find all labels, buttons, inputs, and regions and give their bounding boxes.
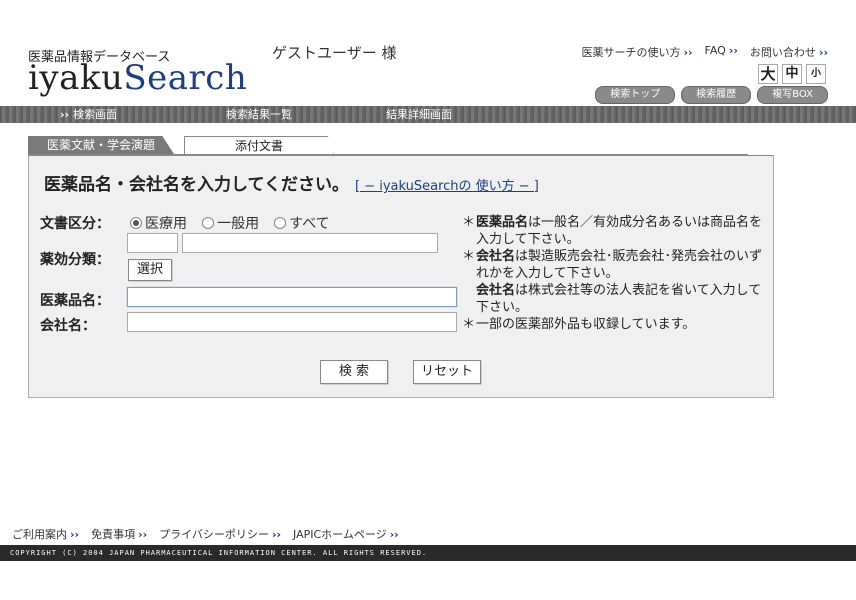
footer-privacy-label: プライバシーポリシー [159, 528, 269, 541]
footer-japic-link[interactable]: JAPICホームページ ›› [293, 526, 399, 542]
company-input[interactable] [127, 312, 457, 332]
footer-privacy-link[interactable]: プライバシーポリシー ›› [159, 526, 281, 542]
radio-general-label: 一般用 [217, 215, 260, 232]
radio-medical-label: 医療用 [145, 215, 187, 232]
form-heading: 医薬品名・会社名を入力してください。 [ − iyakuSearchの 使い方 −… [44, 170, 539, 195]
logo: iyakuSearch [28, 58, 247, 98]
note-item: 会社名は株式会社等の法人表記を省いて入力して下さい。 [462, 282, 766, 316]
search-top-button[interactable]: 検索トップ [595, 86, 676, 104]
chevron-right-icon: ›› [683, 46, 693, 59]
form-heading-text: 医薬品名・会社名を入力してください。 [44, 175, 349, 195]
header-buttons: 検索トップ 検索履歴 複写BOX [595, 86, 828, 104]
search-history-button[interactable]: 検索履歴 [681, 86, 752, 104]
copy-box-button[interactable]: 複写BOX [757, 86, 828, 104]
asterisk-icon: ＊ [462, 317, 476, 332]
doc-type-label: 文書区分： [40, 216, 110, 232]
user-label: ゲストユーザー 様 [272, 44, 397, 62]
company-label: 会社名： [40, 318, 96, 334]
footer-guide-label: ご利用案内 [12, 528, 67, 541]
asterisk-icon: ＊ [462, 249, 476, 264]
nav-search-screen-label: 検索画面 [73, 108, 118, 121]
chevron-right-icon: ›› [818, 46, 828, 59]
note-body: は製造販売会社･販売会社･発売会社のいずれかを入力して下さい。 [476, 249, 763, 281]
note-item: ＊医薬品名は一般名／有効成分名あるいは商品名を入力して下さい。 [462, 214, 766, 248]
note-emphasis: 医薬品名 [476, 215, 529, 230]
font-size-switcher: 大 中 小 [758, 64, 826, 84]
search-button[interactable]: 検 索 [320, 360, 388, 384]
footer-links: ご利用案内 ›› 免責事項 ›› プライバシーポリシー ›› JAPICホームページ ›… [12, 526, 399, 542]
note-emphasis: 会社名 [476, 283, 516, 298]
chevron-right-icon: ›› [70, 528, 80, 541]
select-category-button[interactable]: 選択 [128, 259, 172, 281]
drug-name-input[interactable] [127, 287, 457, 307]
chevron-right-icon: ›› [271, 528, 282, 541]
note-text: 医薬品名は一般名／有効成分名あるいは商品名を入力して下さい。 [476, 214, 766, 248]
tab-package-insert[interactable]: 添付文書 [184, 136, 334, 155]
note-indent [462, 282, 476, 316]
chevron-right-icon: ›› [389, 528, 399, 541]
radio-general[interactable] [202, 216, 215, 229]
radio-medical[interactable] [130, 216, 142, 229]
faq-link-label: FAQ [704, 44, 726, 57]
contact-link[interactable]: お問い合わせ ›› [750, 44, 828, 60]
note-body: は株式会社等の法人表記を省いて入力して下さい。 [476, 283, 762, 315]
note-emphasis: 会社名 [476, 249, 516, 264]
top-links: 医薬サーチの使い方 ›› FAQ ›› お問い合わせ ›› [581, 44, 828, 60]
note-text: 会社名は製造販売会社･販売会社･発売会社のいずれかを入力して下さい。 [476, 248, 766, 282]
nav-search-screen[interactable]: ›› 検索画面 [60, 106, 117, 123]
logo-suffix: Search [123, 58, 248, 98]
category-name-input[interactable] [182, 233, 438, 253]
category-label: 薬効分類： [40, 252, 110, 268]
font-size-large-button[interactable]: 大 [758, 64, 778, 84]
usage-link[interactable]: 医薬サーチの使い方 ›› [581, 44, 692, 60]
contact-link-label: お問い合わせ [749, 46, 816, 59]
drug-name-label: 医薬品名： [40, 293, 110, 309]
reset-button[interactable]: リセット [413, 360, 481, 384]
nav-result-detail[interactable]: 結果詳細画面 [386, 106, 452, 123]
nav-bar: ›› 検索画面 検索結果一覧 結果詳細画面 [0, 106, 856, 123]
font-size-small-button[interactable]: 小 [806, 64, 826, 84]
faq-link[interactable]: FAQ ›› [705, 44, 738, 60]
copyright: COPYRIGHT (C) 2004 JAPAN PHARMACEUTICAL … [0, 545, 856, 561]
radio-all[interactable] [274, 216, 287, 229]
note-item: ＊会社名は製造販売会社･販売会社･発売会社のいずれかを入力して下さい。 [462, 248, 766, 282]
footer-disclaimer-label: 免責事項 [91, 528, 136, 541]
footer-disclaimer-link[interactable]: 免責事項 ›› [91, 526, 147, 542]
footer-japic-label: JAPICホームページ [293, 528, 387, 541]
chevron-right-icon: ›› [138, 528, 148, 541]
logo-prefix: iyaku [28, 58, 124, 98]
radio-all-label: すべて [289, 215, 330, 232]
footer-guide-link[interactable]: ご利用案内 ›› [12, 526, 79, 542]
tab-literature[interactable]: 医薬文献・学会演題 [28, 136, 174, 154]
note-body: 一部の医薬部外品も収録しています。 [476, 317, 696, 332]
font-size-medium-button[interactable]: 中 [782, 64, 802, 84]
category-code-input[interactable] [127, 233, 178, 253]
doc-type-radios: 医療用 一般用 すべて [130, 212, 340, 233]
note-item: ＊一部の医薬部外品も収録しています。 [462, 316, 766, 333]
chevron-right-icon: ›› [60, 108, 70, 121]
help-link[interactable]: [ − iyakuSearchの 使い方 − ] [355, 179, 539, 194]
nav-result-list[interactable]: 検索結果一覧 [226, 106, 292, 123]
input-notes: ＊医薬品名は一般名／有効成分名あるいは商品名を入力して下さい。 ＊会社名は製造販… [462, 214, 766, 333]
usage-link-label: 医薬サーチの使い方 [581, 46, 681, 59]
asterisk-icon: ＊ [462, 215, 476, 230]
chevron-right-icon: ›› [728, 44, 738, 57]
note-text: 会社名は株式会社等の法人表記を省いて入力して下さい。 [476, 282, 766, 316]
